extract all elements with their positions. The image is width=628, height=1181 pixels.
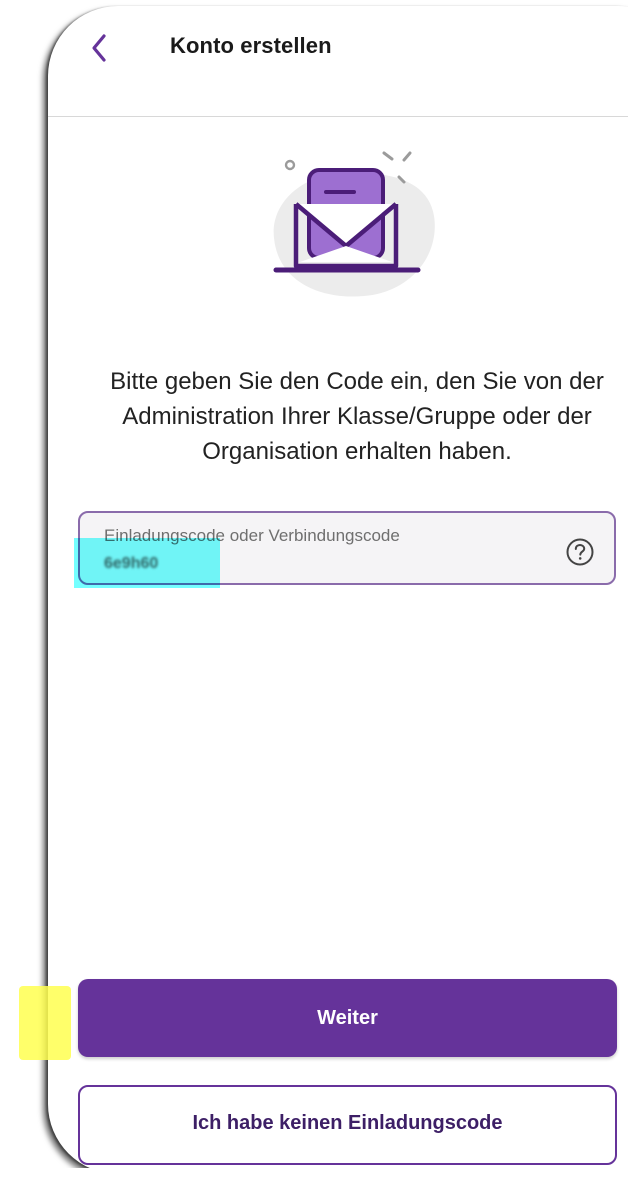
envelope-letter-icon [273,151,435,297]
highlight-marker-yellow [19,986,71,1060]
no-invitation-code-button[interactable]: Ich habe keinen Einladungscode [78,1085,617,1165]
page-title: Konto erstellen [170,33,332,58]
back-button[interactable] [86,30,114,66]
instruction-text: Bitte geben Sie den Code ein, den Sie vo… [110,368,604,465]
highlight-marker [74,538,220,588]
envelope-illustration [266,140,446,300]
continue-button[interactable]: Weiter [78,979,617,1057]
help-button[interactable] [565,537,595,567]
chevron-left-icon [92,34,106,62]
top-app-bar [48,6,628,117]
screen-edge [0,1168,628,1181]
app-screen: Konto erstellen Bitte geben Sie den Code… [0,0,628,1181]
question-circle-icon [566,538,594,566]
